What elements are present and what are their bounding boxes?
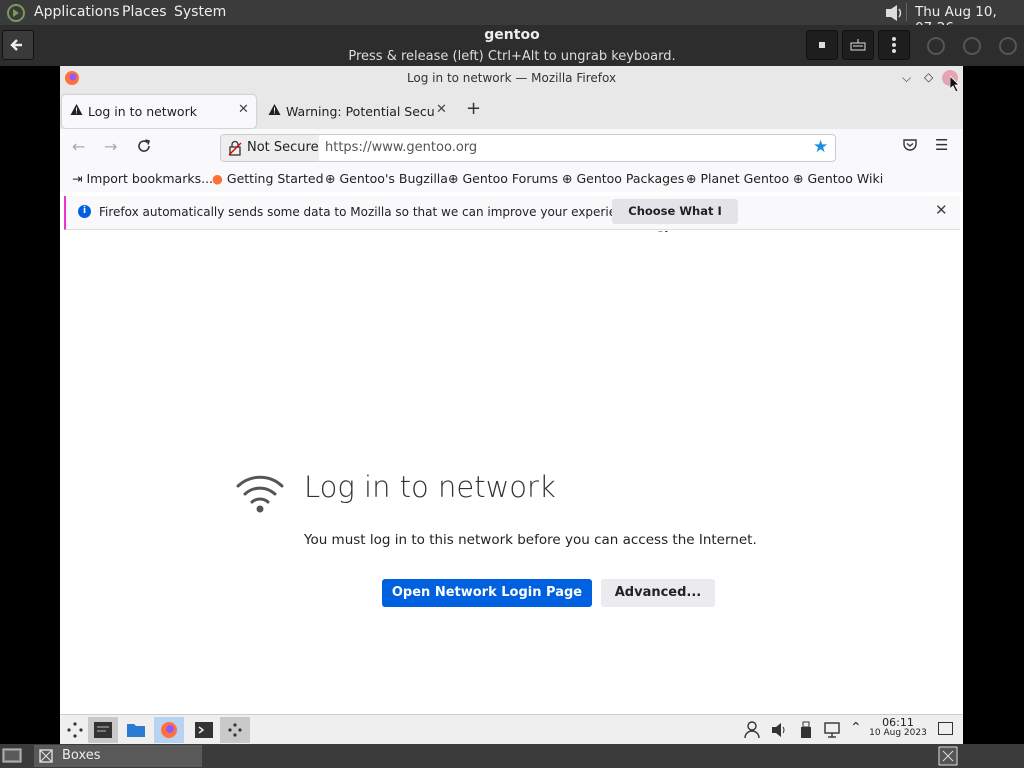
tab-security-warning[interactable]: Warning: Potential Security ✕ <box>260 95 450 128</box>
window-minimize-icon[interactable]: ⌵ <box>902 71 911 86</box>
workspace-icon <box>228 723 242 737</box>
tab-close-icon[interactable]: ✕ <box>238 102 249 117</box>
boxes-app-icon <box>38 748 54 764</box>
firefox-favicon-icon: ● <box>212 171 227 186</box>
guest-date: 10 Aug 2023 <box>869 728 927 738</box>
terminal-icon[interactable] <box>194 720 214 740</box>
taskbar-boxes-label: Boxes <box>62 748 101 763</box>
menu-applications[interactable]: Applications <box>34 4 120 20</box>
globe-icon: ⊕ <box>325 171 340 186</box>
hamburger-menu-icon[interactable]: ☰ <box>935 136 948 154</box>
bookmark-planet-gentoo[interactable]: ⊕ Planet Gentoo <box>686 171 789 186</box>
bookmark-packages[interactable]: ⊕ Gentoo Packages <box>562 171 684 186</box>
show-desktop-button[interactable] <box>938 722 953 735</box>
firefox-icon <box>161 722 177 738</box>
guest-taskbar: ⌃ 06:11 10 Aug 2023 <box>60 714 963 744</box>
speaker-icon[interactable] <box>771 721 787 739</box>
stop-icon <box>819 42 825 48</box>
bookmark-getting-started[interactable]: ● Getting Started <box>212 171 324 186</box>
bookmarks-toolbar: ⇥ Import bookmarks... ● Getting Started … <box>60 166 963 192</box>
open-network-login-page-button[interactable]: Open Network Login Page <box>382 579 592 607</box>
tab-log-in-to-network[interactable]: Log in to network ✕ <box>62 95 256 128</box>
keyboard-button[interactable] <box>842 30 874 60</box>
warning-icon <box>70 103 83 116</box>
advanced-button[interactable]: Advanced... <box>601 579 715 607</box>
tab-label: Warning: Potential Security <box>286 104 434 119</box>
volume-icon[interactable] <box>884 3 906 23</box>
globe-icon: ⊕ <box>793 171 808 186</box>
window-maximize-icon[interactable]: ◇ <box>924 70 933 84</box>
import-icon: ⇥ <box>72 171 87 186</box>
firefox-titlebar: Log in to network — Mozilla Firefox ⌵ ◇ <box>60 66 963 92</box>
taskbar-terminal-app[interactable] <box>88 717 118 743</box>
minimize-button[interactable] <box>927 37 945 55</box>
taskbar-firefox-app[interactable] <box>154 717 184 743</box>
show-desktop-icon[interactable] <box>66 721 84 739</box>
bookmark-import[interactable]: ⇥ Import bookmarks... <box>72 171 213 186</box>
kebab-menu-icon <box>892 37 896 53</box>
network-wired-icon[interactable] <box>823 721 841 739</box>
system-monitor-icon <box>94 722 112 738</box>
workspace-switcher-icon[interactable] <box>938 746 958 766</box>
guest-time: 06:11 <box>882 716 914 729</box>
menu-system[interactable]: System <box>174 4 226 20</box>
forward-arrow-icon[interactable]: → <box>104 137 117 156</box>
choose-what-i-share-button[interactable]: Choose What I Share <box>612 199 738 243</box>
pause-button[interactable] <box>806 30 838 60</box>
panel-separator <box>906 3 907 21</box>
tab-label: Log in to network <box>88 104 197 119</box>
bookmark-forums[interactable]: ⊕ Gentoo Forums <box>448 171 558 186</box>
globe-icon: ⊕ <box>686 171 701 186</box>
url-text[interactable]: https://www.gentoo.org <box>325 140 477 155</box>
pocket-icon[interactable] <box>903 138 917 152</box>
mate-logo-icon[interactable] <box>6 3 26 23</box>
bookmark-bugzilla[interactable]: ⊕ Gentoo's Bugzilla <box>325 171 448 186</box>
menu-button[interactable] <box>878 30 910 60</box>
tray-expand-icon[interactable]: ⌃ <box>850 720 862 736</box>
notification-text: Firefox automatically sends some data to… <box>99 205 642 219</box>
security-indicator[interactable]: Not Secure <box>221 135 319 161</box>
mouse-cursor-icon <box>950 76 960 92</box>
page-heading: Log in to network <box>304 470 556 504</box>
notification-close-icon[interactable]: ✕ <box>935 201 948 219</box>
info-icon: i <box>78 205 91 218</box>
wifi-icon <box>235 472 285 514</box>
page-message: You must log in to this network before y… <box>304 532 757 548</box>
tab-close-icon[interactable]: ✕ <box>436 102 447 117</box>
bookmark-star-icon[interactable]: ★ <box>813 137 828 157</box>
bookmark-wiki[interactable]: ⊕ Gentoo Wiki <box>793 171 883 186</box>
warning-icon <box>268 103 281 116</box>
usb-icon[interactable] <box>800 721 812 739</box>
file-manager-icon[interactable] <box>126 721 146 739</box>
globe-icon: ⊕ <box>448 171 463 186</box>
boxes-header-bar: gentoo Press & release (left) Ctrl+Alt t… <box>0 25 1024 66</box>
guest-display[interactable]: Log in to network — Mozilla Firefox ⌵ ◇ … <box>60 66 963 744</box>
telemetry-notification-bar: i Firefox automatically sends some data … <box>64 196 960 243</box>
insecure-lock-icon <box>228 140 242 156</box>
menu-places[interactable]: Places <box>122 4 167 20</box>
taskbar-boxes-button[interactable]: Boxes <box>34 745 202 767</box>
page-content: Log in to network You must log in to thi… <box>60 232 963 714</box>
navigation-bar: ← → Not Secure https://www.gentoo.org ★ … <box>60 129 963 166</box>
guest-clock[interactable]: 06:11 10 Aug 2023 <box>868 717 928 739</box>
maximize-button[interactable] <box>963 37 981 55</box>
show-desktop-icon[interactable] <box>2 747 22 765</box>
host-top-panel: Applications Places System Thu Aug 10, 0… <box>0 0 1024 36</box>
close-button[interactable] <box>999 37 1017 55</box>
user-icon[interactable] <box>744 721 760 739</box>
tab-strip: Log in to network ✕ Warning: Potential S… <box>60 91 963 129</box>
reload-icon[interactable] <box>136 138 152 154</box>
host-bottom-panel: Boxes <box>0 744 1024 768</box>
window-title: Log in to network — Mozilla Firefox <box>406 71 617 85</box>
not-secure-label: Not Secure <box>247 140 319 155</box>
globe-icon: ⊕ <box>562 171 577 186</box>
keyboard-icon <box>850 39 866 51</box>
new-tab-plus-icon[interactable]: + <box>466 98 481 119</box>
url-bar[interactable]: Not Secure https://www.gentoo.org ★ <box>220 134 836 162</box>
back-arrow-icon[interactable]: ← <box>72 137 85 156</box>
taskbar-pager[interactable] <box>220 717 250 743</box>
